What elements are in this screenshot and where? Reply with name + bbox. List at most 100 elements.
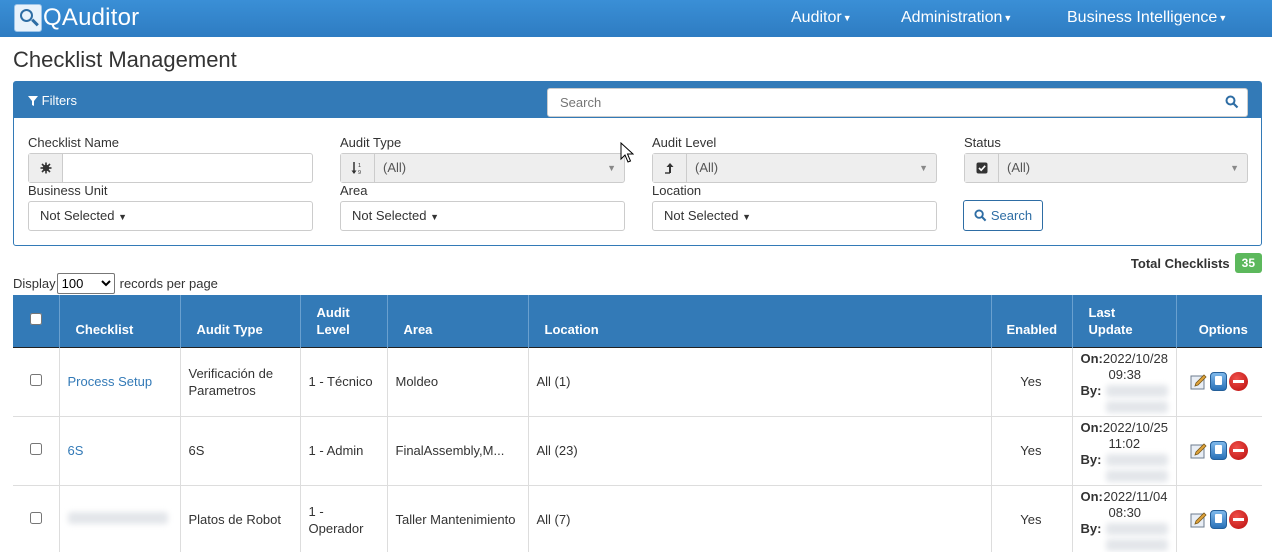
redacted-user (1105, 538, 1168, 551)
delete-icon[interactable] (1229, 441, 1249, 460)
nav-auditor[interactable]: Auditor▼ (791, 9, 852, 27)
row-checkbox[interactable] (29, 374, 42, 386)
status-select[interactable]: (All) ▼ (964, 153, 1248, 183)
col-audit-type[interactable]: Audit Type (180, 295, 301, 347)
business-unit-multiselect[interactable]: Not Selected ▼ (28, 201, 313, 231)
dropdown-arrow-icon: ▼ (607, 163, 616, 173)
col-enabled[interactable]: Enabled (991, 295, 1073, 347)
page-size-control: Display 10 25 50 100 records per page (13, 273, 218, 294)
dropdown-arrow-icon: ▼ (1230, 163, 1239, 173)
select-all-checkbox[interactable] (29, 313, 42, 326)
caret-down-icon: ▼ (430, 212, 439, 222)
location-cell: All (7) (528, 485, 992, 552)
checklist-table: Checklist Audit Type Audit Level Area Loc… (13, 295, 1262, 552)
area-cell: FinalAssembly,M... (387, 416, 529, 486)
qauditor-logo-icon (14, 4, 42, 32)
location-cell: All (23) (528, 416, 992, 486)
filters-header: Filters (14, 82, 1261, 118)
level-up-icon (653, 154, 687, 182)
col-checklist[interactable]: Checklist (59, 295, 181, 347)
caret-down-icon: ▼ (1003, 12, 1013, 23)
edit-icon[interactable] (1190, 511, 1208, 529)
audit-type-label: Audit Type (340, 135, 402, 150)
audit-type-cell: Platos de Robot (180, 485, 301, 552)
checklist-link[interactable]: 6S (68, 443, 84, 458)
last-update-cell: On: 2022/10/28 09:38 By: (1072, 346, 1177, 417)
area-cell: Moldeo (387, 346, 529, 417)
delete-icon[interactable] (1229, 372, 1249, 391)
caret-down-icon: ▼ (1218, 12, 1228, 23)
redacted-checklist-name[interactable] (67, 512, 168, 524)
enabled-cell: Yes (991, 485, 1073, 552)
search-button[interactable]: Search (963, 200, 1043, 231)
dropdown-arrow-icon: ▼ (919, 163, 928, 173)
audit-type-select[interactable]: 19 (All) ▼ (340, 153, 625, 183)
area-multiselect[interactable]: Not Selected ▼ (340, 201, 625, 231)
svg-text:1: 1 (358, 163, 361, 169)
mouse-cursor-icon (620, 142, 634, 163)
redacted-user (1105, 522, 1168, 535)
asterisk-icon (29, 154, 63, 182)
checklist-name-label: Checklist Name (28, 135, 120, 150)
total-checklists-badge: 35 (1234, 253, 1262, 273)
enabled-cell: Yes (991, 416, 1073, 486)
redacted-user (1105, 400, 1168, 413)
caret-down-icon: ▼ (742, 212, 751, 222)
checklist-link[interactable]: Process Setup (68, 374, 153, 389)
location-multiselect[interactable]: Not Selected ▼ (652, 201, 937, 231)
audit-level-cell: 1 - Operador (300, 485, 388, 552)
col-options: Options (1176, 295, 1262, 347)
records-per-page-label: records per page (119, 276, 218, 291)
audit-level-cell: 1 - Admin (300, 416, 388, 486)
delete-icon[interactable] (1229, 510, 1249, 529)
brand[interactable]: QAuditor (14, 4, 139, 32)
enabled-cell: Yes (991, 346, 1073, 417)
audit-level-value: (All) (695, 160, 719, 175)
table-row: Platos de Robot 1 - Operador Taller Mant… (13, 485, 1262, 552)
nav-business-intelligence[interactable]: Business Intelligence▼ (1067, 9, 1227, 27)
nav-administration[interactable]: Administration▼ (901, 9, 1012, 27)
check-square-icon (965, 154, 999, 182)
filters-title[interactable]: Filters (28, 93, 77, 108)
location-label: Location (652, 183, 702, 198)
copy-icon[interactable] (1210, 441, 1228, 460)
business-unit-label: Business Unit (28, 183, 108, 198)
row-checkbox[interactable] (29, 512, 42, 524)
col-last-update[interactable]: Last Update (1072, 295, 1177, 347)
row-checkbox[interactable] (29, 443, 42, 455)
checklist-name-input[interactable] (63, 154, 312, 182)
col-area[interactable]: Area (387, 295, 529, 347)
area-cell: Taller Mantenimiento (387, 485, 529, 552)
col-location[interactable]: Location (528, 295, 992, 347)
caret-down-icon: ▼ (842, 12, 852, 23)
total-checklists: Total Checklists 35 (1131, 253, 1262, 273)
navbar: QAuditor Auditor▼ Administration▼ Busine… (0, 0, 1272, 37)
checklist-name-field[interactable] (28, 153, 313, 183)
table-row: Process Setup Verificación de Parametros… (13, 346, 1262, 417)
filter-icon (28, 96, 38, 106)
col-audit-level[interactable]: Audit Level (300, 295, 388, 347)
filters-panel: Filters Checklist Name Audit Type 19 (Al… (13, 81, 1262, 246)
filters-search-input[interactable] (548, 89, 1188, 116)
edit-icon[interactable] (1190, 442, 1208, 460)
page-size-select[interactable]: 10 25 50 100 (56, 273, 115, 294)
audit-level-select[interactable]: (All) ▼ (652, 153, 937, 183)
table-header: Checklist Audit Type Audit Level Area Loc… (13, 295, 1262, 347)
redacted-user (1105, 453, 1168, 466)
copy-icon[interactable] (1210, 372, 1228, 391)
area-label: Area (340, 183, 368, 198)
search-icon (974, 209, 987, 222)
audit-type-cell: Verificación de Parametros (180, 346, 301, 417)
redacted-user (1105, 469, 1168, 482)
filters-search-box (547, 88, 1248, 117)
caret-down-icon: ▼ (118, 212, 127, 222)
location-cell: All (1) (528, 346, 992, 417)
status-label: Status (964, 135, 1001, 150)
audit-type-cell: 6S (180, 416, 301, 486)
search-icon[interactable] (1225, 95, 1239, 112)
page-title: Checklist Management (13, 47, 237, 72)
audit-level-cell: 1 - Técnico (300, 346, 388, 417)
edit-icon[interactable] (1190, 373, 1208, 391)
audit-type-value: (All) (383, 160, 407, 175)
copy-icon[interactable] (1210, 510, 1228, 529)
